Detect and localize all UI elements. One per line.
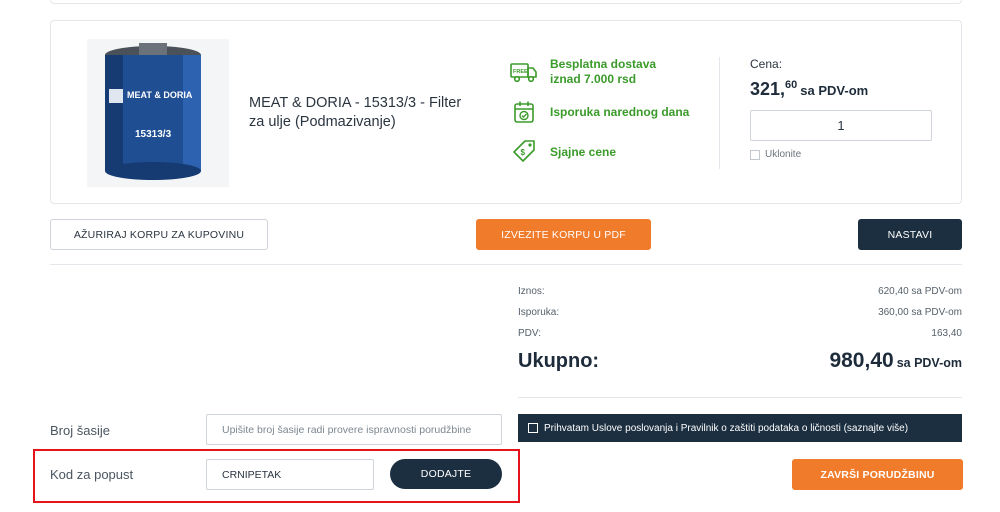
summary-value: 620,40 sa PDV-om (878, 286, 962, 297)
terms-label[interactable]: Prihvatam Uslove poslovanja i Pravilnik … (544, 423, 908, 434)
summary-row-vat: PDV: 163,40 (518, 328, 962, 339)
summary-label: Isporuka: (518, 307, 560, 318)
feature-text: Besplatna dostava iznad 7.000 rsd (550, 57, 657, 86)
price-suffix: sa PDV-om (800, 83, 869, 98)
chassis-label: Broj šasije (50, 423, 110, 438)
product-price: 321,60 sa PDV-om (750, 79, 868, 100)
summary-total: Ukupno: 980,40 sa PDV-om (518, 349, 962, 373)
svg-text:$: $ (521, 148, 526, 157)
image-brand-text: MEAT & DORIA (127, 90, 193, 100)
price-tag-icon: $ (509, 139, 539, 165)
calendar-icon (509, 99, 539, 125)
price-decimal: 60 (785, 79, 798, 91)
total-label: Ukupno: (518, 350, 600, 372)
continue-button[interactable]: NASTAVI (858, 219, 962, 250)
image-part-text: 15313/3 (135, 129, 172, 140)
remove-checkbox[interactable] (750, 149, 760, 160)
previous-cart-item-edge (50, 0, 962, 4)
oil-filter-image: MEAT & DORIA 15313/3 (87, 39, 229, 187)
coupon-highlight-box (33, 449, 520, 503)
remove-item[interactable]: Uklonite (750, 149, 801, 160)
summary-value: 163,40 (931, 328, 962, 339)
feature-text: Sjajne cene (550, 144, 617, 159)
section-divider (50, 264, 962, 265)
feature-next-day-delivery: Isporuka narednog dana (509, 99, 689, 125)
price-integer: 321, (750, 79, 786, 99)
remove-label: Uklonite (765, 149, 802, 160)
chassis-input[interactable] (206, 414, 502, 445)
update-cart-button[interactable]: AŽURIRAJ KORPU ZA KUPOVINU (50, 219, 268, 250)
summary-label: PDV: (518, 328, 541, 339)
feature-great-prices: $ Sjajne cene (509, 139, 616, 165)
feature-text: Isporuka narednog dana (550, 104, 690, 119)
total-suffix: sa PDV-om (896, 356, 962, 370)
terms-checkbox[interactable] (528, 423, 538, 433)
free-delivery-truck-icon: FREE (509, 59, 539, 85)
price-label: Cena: (750, 57, 783, 71)
summary-row-amount: Iznos: 620,40 sa PDV-om (518, 286, 962, 297)
summary-value: 360,00 sa PDV-om (878, 307, 962, 318)
summary-row-shipping: Isporuka: 360,00 sa PDV-om (518, 307, 962, 318)
finish-order-button[interactable]: ZAVRŠI PORUDŽBINU (792, 459, 963, 490)
cart-item-card: MEAT & DORIA 15313/3 MEAT & DORIA - 1531… (50, 20, 962, 204)
card-divider (719, 57, 720, 169)
summary-label: Iznos: (518, 286, 545, 297)
summary-divider (518, 397, 962, 398)
total-value-group: 980,40 sa PDV-om (829, 349, 962, 373)
total-value: 980,40 (829, 349, 894, 372)
svg-text:FREE: FREE (513, 69, 528, 75)
export-pdf-button[interactable]: IZVEZITE KORPU U PDF (476, 219, 651, 250)
quantity-input[interactable] (750, 110, 932, 141)
terms-acceptance[interactable]: Prihvatam Uslove poslovanja i Pravilnik … (518, 414, 962, 442)
feature-free-delivery: FREE Besplatna dostava iznad 7.000 rsd (509, 57, 665, 87)
product-name[interactable]: MEAT & DORIA - 15313/3 - Filter za ulje … (249, 94, 469, 132)
